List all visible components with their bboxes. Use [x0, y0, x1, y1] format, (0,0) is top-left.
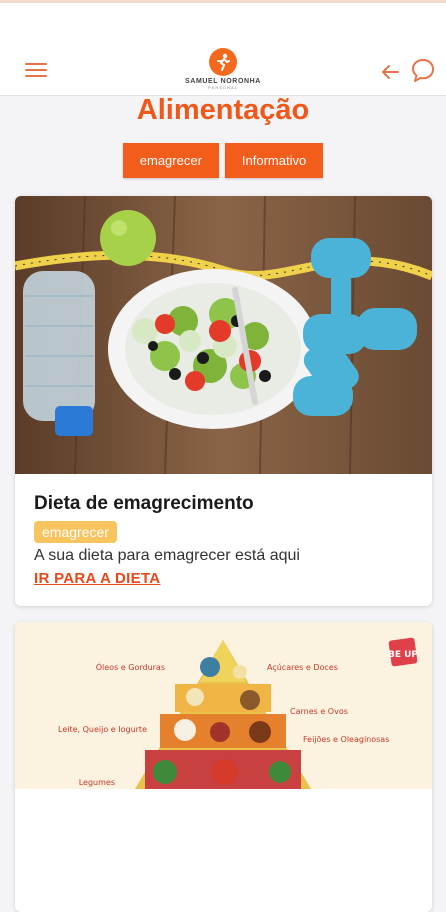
arrow-left-icon[interactable]: [380, 63, 400, 81]
pyramid-label-dairy: Leite, Queijo e Iogurte: [58, 725, 147, 734]
runner-icon: [209, 48, 237, 76]
card-title: Dieta de emagrecimento: [34, 493, 254, 514]
food-pyramid-image: BE UP Óleos e Gorduras Açúcares e Doces …: [15, 622, 432, 789]
logo-text: SAMUEL NORONHA: [185, 78, 261, 85]
card-description: A sua dieta para emagrecer está aqui: [34, 547, 300, 564]
chat-bubble-icon[interactable]: [410, 58, 436, 84]
tab-emagrecer[interactable]: emagrecer: [122, 143, 219, 178]
pyramid-label-beans: Feijões e Oleaginosas: [303, 735, 389, 744]
food-pyramid-card[interactable]: BE UP Óleos e Gorduras Açúcares e Doces …: [15, 622, 432, 912]
pyramid-label-oils: Óleos e Gorduras: [96, 661, 165, 672]
page-title: Alimentação: [136, 94, 310, 126]
app-header: SAMUEL NORONHA PERSONAL: [0, 3, 446, 96]
pyramid-label-veg: Legumes: [79, 778, 115, 787]
go-to-diet-link[interactable]: IR PARA A DIETA: [34, 570, 160, 587]
tab-informativo[interactable]: Informativo: [224, 143, 324, 178]
brand-logo-text: BE UP: [388, 650, 418, 660]
app-logo: SAMUEL NORONHA PERSONAL: [180, 48, 266, 90]
hamburger-menu-icon[interactable]: [25, 63, 47, 79]
diet-card-body: Dieta de emagrecimento emagrecer A sua d…: [15, 474, 432, 588]
category-tabs: emagrecer Informativo: [0, 143, 446, 178]
diet-card[interactable]: Dieta de emagrecimento emagrecer A sua d…: [15, 196, 432, 606]
pyramid-label-meats: Carnes e Ovos: [290, 707, 348, 716]
category-badge: emagrecer: [34, 521, 117, 543]
pyramid-label-sugars: Açúcares e Doces: [267, 663, 338, 672]
diet-food-image: [15, 196, 432, 474]
